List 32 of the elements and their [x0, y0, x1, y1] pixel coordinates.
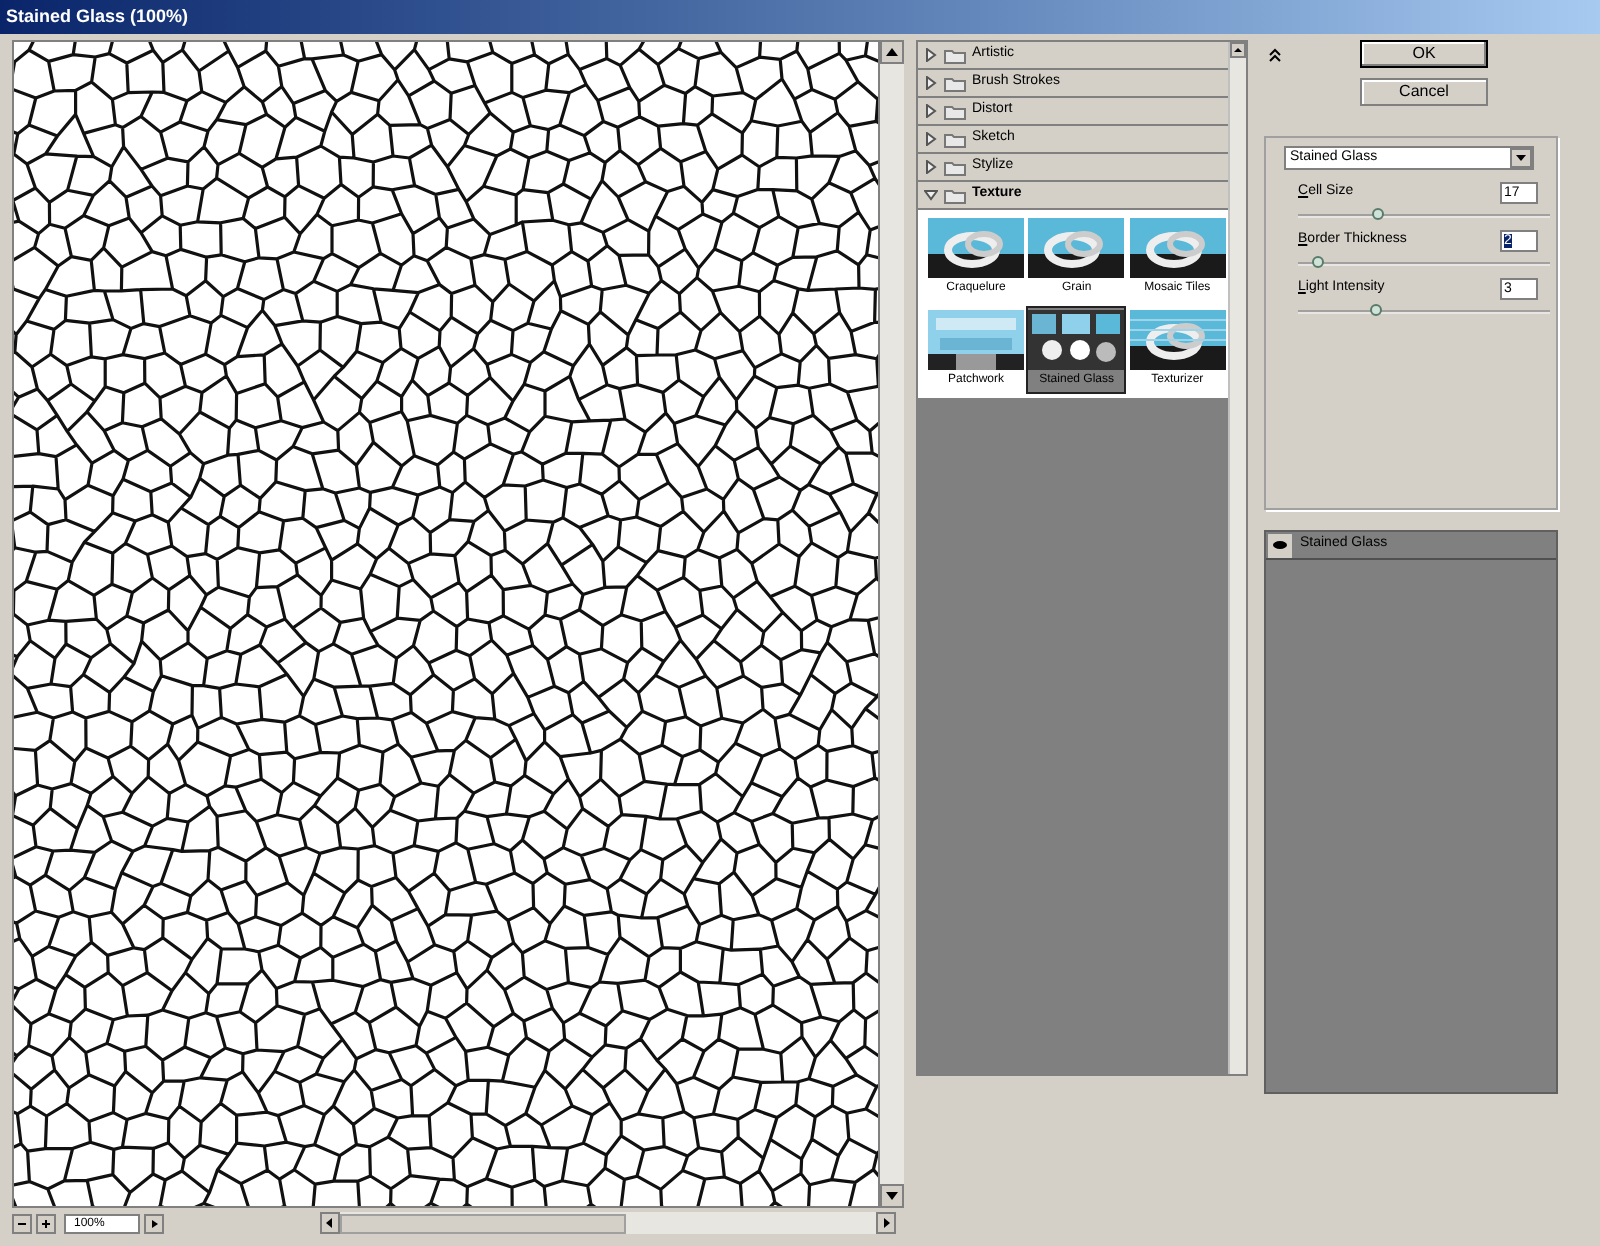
folder-icon [944, 187, 966, 203]
expand-triangle-icon[interactable] [924, 76, 938, 90]
window-title: Stained Glass (100%) [6, 3, 189, 30]
scroll-thumb[interactable] [340, 1213, 626, 1233]
scroll-up-icon[interactable] [1230, 42, 1246, 58]
slider-thumb[interactable] [1312, 256, 1325, 268]
collapse-icon[interactable] [1268, 48, 1282, 62]
expand-triangle-icon[interactable] [924, 132, 938, 146]
ok-button[interactable]: OK [1360, 40, 1488, 68]
zoom-in-icon[interactable] [36, 1213, 56, 1233]
slider-thumb[interactable] [1372, 208, 1385, 220]
cancel-button[interactable]: Cancel [1360, 78, 1488, 106]
zoom-out-icon[interactable] [12, 1213, 32, 1233]
scroll-right-icon[interactable] [876, 1212, 896, 1234]
horizontal-scrollbar[interactable] [320, 1212, 896, 1234]
visibility-toggle[interactable] [1268, 533, 1292, 557]
vertical-scrollbar[interactable] [880, 40, 904, 1208]
folder-icon [944, 159, 966, 175]
expand-triangle-icon[interactable] [924, 160, 938, 174]
collapse-triangle-icon[interactable] [924, 188, 938, 202]
folder-icon [944, 47, 966, 63]
scroll-left-icon[interactable] [320, 1212, 340, 1234]
folder-icon [944, 103, 966, 119]
expand-triangle-icon[interactable] [924, 104, 938, 118]
expand-triangle-icon[interactable] [924, 48, 938, 62]
slider-thumb[interactable] [1370, 304, 1382, 316]
eye-icon [1272, 540, 1288, 550]
scroll-up-icon[interactable] [880, 40, 904, 64]
scroll-down-icon[interactable] [880, 1184, 904, 1208]
folder-icon [944, 75, 966, 91]
vertical-scrollbar[interactable] [1228, 42, 1246, 1074]
folder-icon [944, 131, 966, 147]
